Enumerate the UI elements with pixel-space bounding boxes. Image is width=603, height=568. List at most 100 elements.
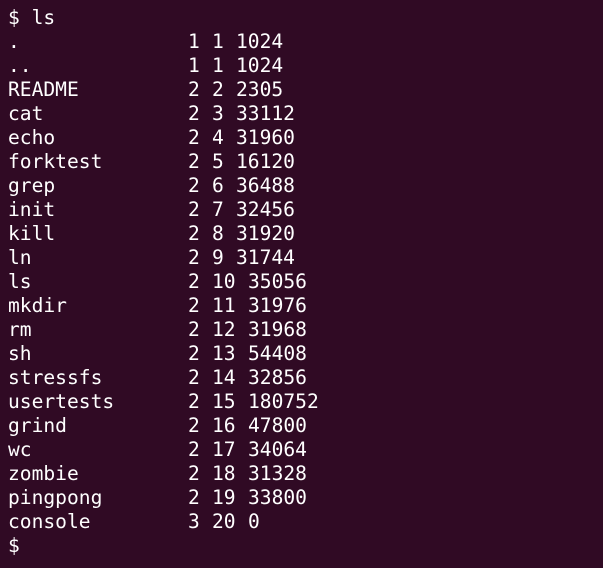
listing-row: wc 2 17 34064 bbox=[8, 438, 598, 462]
file-size: 33112 bbox=[236, 102, 295, 125]
inode-number: 16 bbox=[212, 414, 236, 437]
file-size: 34064 bbox=[248, 438, 307, 461]
inode-number: 13 bbox=[212, 342, 236, 365]
file-name: forktest bbox=[8, 150, 103, 173]
file-name: init bbox=[8, 198, 56, 221]
file-name: sh bbox=[8, 342, 32, 365]
file-size: 31960 bbox=[236, 126, 295, 149]
file-name: echo bbox=[8, 126, 56, 149]
file-type: 2 bbox=[188, 414, 200, 437]
file-type: 2 bbox=[188, 318, 200, 341]
file-type: 2 bbox=[188, 246, 200, 269]
listing-row: forktest 2 5 16120 bbox=[8, 150, 598, 174]
command-line: $ ls bbox=[8, 6, 55, 30]
file-type: 2 bbox=[188, 150, 200, 173]
listing-row: ln 2 9 31744 bbox=[8, 246, 598, 270]
file-size: 180752 bbox=[248, 390, 319, 413]
file-type: 1 bbox=[188, 54, 200, 77]
listing-row: usertests 2 15 180752 bbox=[8, 390, 598, 414]
file-type: 2 bbox=[188, 486, 200, 509]
listing-row: grind 2 16 47800 bbox=[8, 414, 598, 438]
listing-row: sh 2 13 54408 bbox=[8, 342, 598, 366]
listing-row: stressfs 2 14 32856 bbox=[8, 366, 598, 390]
file-type: 2 bbox=[188, 174, 200, 197]
file-size: 31920 bbox=[236, 222, 295, 245]
file-name: mkdir bbox=[8, 294, 67, 317]
inode-number: 7 bbox=[212, 198, 224, 221]
file-name: console bbox=[8, 510, 91, 533]
listing-row: .. 1 1 1024 bbox=[8, 54, 598, 78]
file-size: 31968 bbox=[248, 318, 307, 341]
listing-row: init 2 7 32456 bbox=[8, 198, 598, 222]
file-size: 31328 bbox=[248, 462, 307, 485]
inode-number: 10 bbox=[212, 270, 236, 293]
file-type: 2 bbox=[188, 366, 200, 389]
file-type: 2 bbox=[188, 102, 200, 125]
inode-number: 20 bbox=[212, 510, 236, 533]
inode-number: 19 bbox=[212, 486, 236, 509]
file-name: grep bbox=[8, 174, 56, 197]
inode-number: 1 bbox=[212, 30, 224, 53]
inode-number: 5 bbox=[212, 150, 224, 173]
file-size: 31976 bbox=[248, 294, 307, 317]
file-size: 32456 bbox=[236, 198, 295, 221]
listing-row: console 3 20 0 bbox=[8, 510, 598, 534]
file-name: kill bbox=[8, 222, 56, 245]
listing-row: ls 2 10 35056 bbox=[8, 270, 598, 294]
listing-row: kill 2 8 31920 bbox=[8, 222, 598, 246]
listing-row: pingpong 2 19 33800 bbox=[8, 486, 598, 510]
file-type: 2 bbox=[188, 78, 200, 101]
file-name: README bbox=[8, 78, 79, 101]
file-type: 2 bbox=[188, 198, 200, 221]
file-type: 2 bbox=[188, 270, 200, 293]
file-type: 2 bbox=[188, 438, 200, 461]
file-type: 2 bbox=[188, 294, 200, 317]
file-name: zombie bbox=[8, 462, 79, 485]
file-type: 2 bbox=[188, 222, 200, 245]
listing-row: cat 2 3 33112 bbox=[8, 102, 598, 126]
file-size: 1024 bbox=[236, 30, 284, 53]
file-name: grind bbox=[8, 414, 67, 437]
file-size: 0 bbox=[248, 510, 260, 533]
inode-number: 12 bbox=[212, 318, 236, 341]
file-size: 31744 bbox=[236, 246, 295, 269]
inode-number: 4 bbox=[212, 126, 224, 149]
file-type: 2 bbox=[188, 390, 200, 413]
file-name: ln bbox=[8, 246, 32, 269]
file-size: 36488 bbox=[236, 174, 295, 197]
file-name: wc bbox=[8, 438, 32, 461]
inode-number: 17 bbox=[212, 438, 236, 461]
file-size: 47800 bbox=[248, 414, 307, 437]
file-type: 3 bbox=[188, 510, 200, 533]
file-size: 32856 bbox=[248, 366, 307, 389]
prompt-symbol: $ bbox=[8, 6, 20, 29]
file-name: stressfs bbox=[8, 366, 103, 389]
file-size: 16120 bbox=[236, 150, 295, 173]
inode-number: 1 bbox=[212, 54, 224, 77]
listing-row: zombie 2 18 31328 bbox=[8, 462, 598, 486]
file-name: . bbox=[8, 30, 20, 53]
inode-number: 9 bbox=[212, 246, 224, 269]
file-name: pingpong bbox=[8, 486, 103, 509]
listing-row: README 2 2 2305 bbox=[8, 78, 598, 102]
inode-number: 2 bbox=[212, 78, 224, 101]
file-size: 54408 bbox=[248, 342, 307, 365]
inode-number: 6 bbox=[212, 174, 224, 197]
file-name: usertests bbox=[8, 390, 115, 413]
inode-number: 8 bbox=[212, 222, 224, 245]
inode-number: 15 bbox=[212, 390, 236, 413]
listing-row: mkdir 2 11 31976 bbox=[8, 294, 598, 318]
command-text: ls bbox=[31, 6, 56, 29]
file-size: 2305 bbox=[236, 78, 284, 101]
file-type: 2 bbox=[188, 342, 200, 365]
file-name: rm bbox=[8, 318, 32, 341]
inode-number: 14 bbox=[212, 366, 236, 389]
inode-number: 3 bbox=[212, 102, 224, 125]
listing-row: grep 2 6 36488 bbox=[8, 174, 598, 198]
file-name: .. bbox=[8, 54, 32, 77]
inode-number: 18 bbox=[212, 462, 236, 485]
terminal-window[interactable]: + $ ls .111024..111024README222305cat233… bbox=[0, 0, 603, 568]
listing-row: echo 2 4 31960 bbox=[8, 126, 598, 150]
file-type: 2 bbox=[188, 126, 200, 149]
final-prompt[interactable]: $ bbox=[8, 534, 20, 558]
